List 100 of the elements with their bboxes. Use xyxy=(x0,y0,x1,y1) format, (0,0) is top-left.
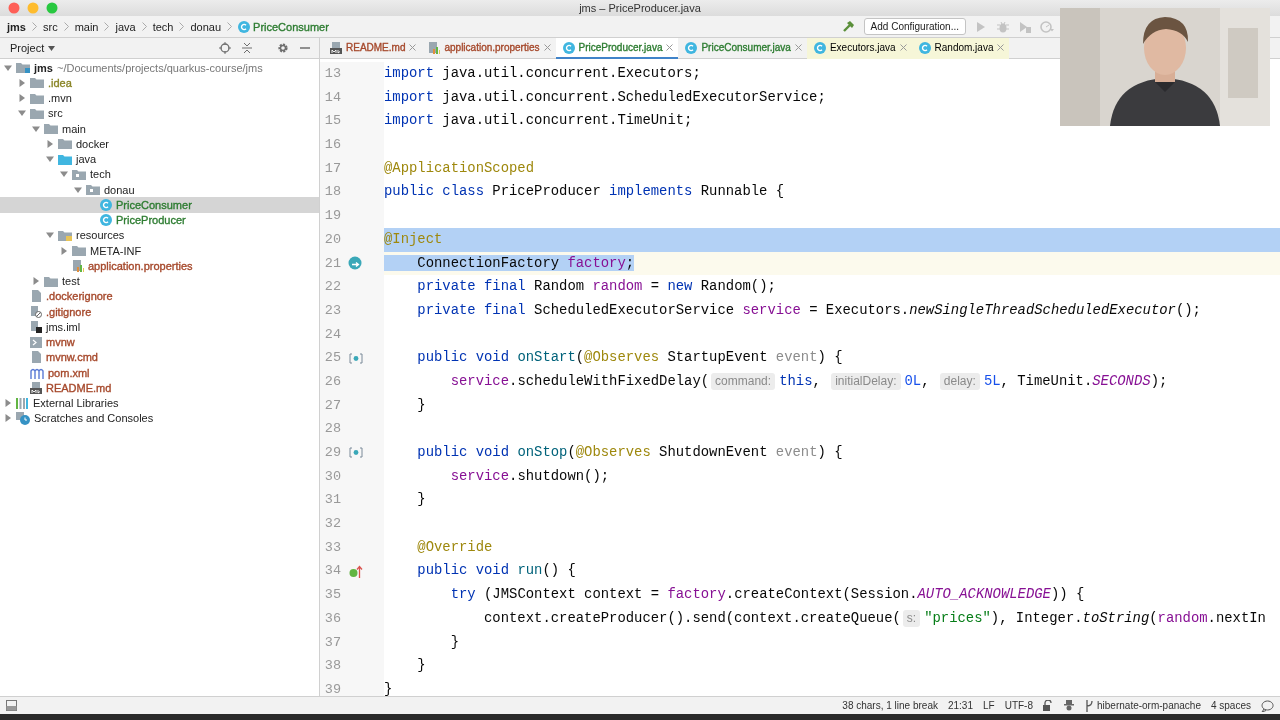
package-icon xyxy=(86,184,100,196)
folder-icon xyxy=(58,153,72,165)
caret-position[interactable]: 21:31 xyxy=(947,700,973,711)
expanded-arrow-icon[interactable] xyxy=(74,185,82,194)
breadcrumb[interactable]: PriceConsumer xyxy=(237,20,330,33)
expanded-arrow-icon[interactable] xyxy=(4,63,12,72)
line-number: 28 xyxy=(323,420,341,439)
breadcrumb[interactable]: tech xyxy=(151,20,175,33)
tree-item[interactable]: application.properties xyxy=(0,258,319,274)
tree-item[interactable]: External Libraries xyxy=(0,395,319,411)
expanded-arrow-icon[interactable] xyxy=(60,170,68,179)
tree-item[interactable]: mvnw.cmd xyxy=(0,349,319,365)
collapsed-arrow-icon[interactable] xyxy=(60,246,68,255)
markdown-file-icon xyxy=(30,381,42,394)
expanded-arrow-icon[interactable] xyxy=(32,124,40,133)
line-number: 25 xyxy=(323,349,341,368)
project-view-dropdown[interactable]: Project xyxy=(8,42,58,54)
collapse-all-icon xyxy=(241,42,253,54)
line-number: 15 xyxy=(323,112,341,131)
branch-icon xyxy=(1085,699,1094,712)
tree-item[interactable]: docker xyxy=(0,136,319,152)
add-configuration-button[interactable]: Add Configuration... xyxy=(863,18,966,35)
folder-icon xyxy=(58,229,72,241)
properties-file-icon xyxy=(428,41,441,54)
tree-item[interactable]: Scratches and Consoles xyxy=(0,410,319,426)
tree-item[interactable]: donau xyxy=(0,182,319,198)
code-line: } xyxy=(416,656,426,676)
folder-icon xyxy=(72,245,86,257)
line-number: 23 xyxy=(323,301,341,320)
code-line: import java.util.concurrent.TimeUnit; xyxy=(384,111,693,131)
chevron-icon xyxy=(31,22,37,31)
collapsed-arrow-icon[interactable] xyxy=(32,277,40,286)
tree-item[interactable]: pom.xml xyxy=(0,365,319,381)
close-icon xyxy=(409,44,417,51)
class-icon xyxy=(238,20,251,33)
editor-tab[interactable]: README.md xyxy=(323,38,422,59)
folder-icon xyxy=(44,123,58,135)
collapsed-arrow-icon[interactable] xyxy=(4,399,12,408)
tree-item[interactable]: src xyxy=(0,105,319,121)
breadcrumb[interactable]: main xyxy=(73,20,100,33)
collapsed-arrow-icon[interactable] xyxy=(4,414,12,423)
tree-item[interactable]: PriceConsumer xyxy=(0,197,319,213)
tree-item[interactable]: META-INF xyxy=(0,243,319,259)
editor-tab[interactable]: Random.java xyxy=(911,38,1010,59)
editor-tab[interactable]: PriceConsumer.java xyxy=(678,38,807,59)
event-observer-icon xyxy=(349,352,363,364)
indent-setting[interactable]: 4 spaces xyxy=(1210,700,1251,711)
expanded-arrow-icon[interactable] xyxy=(46,155,54,164)
code-line: @Override xyxy=(416,537,493,557)
properties-file-icon xyxy=(72,259,84,272)
tree-item[interactable]: README.md xyxy=(0,380,319,396)
breadcrumb[interactable]: src xyxy=(41,20,59,33)
line-number: 16 xyxy=(323,136,341,155)
code-line: @ApplicationScoped xyxy=(384,158,535,178)
class-icon xyxy=(100,214,112,227)
tree-item[interactable]: test xyxy=(0,273,319,289)
collapsed-arrow-icon[interactable] xyxy=(18,78,26,87)
module-file-icon xyxy=(30,320,42,333)
close-icon xyxy=(666,44,674,51)
tree-item[interactable]: jms ~/Documents/projects/quarkus-course/jms xyxy=(0,60,319,76)
code-line: service.shutdown(); xyxy=(449,466,610,486)
editor-tab[interactable]: Executors.java xyxy=(806,38,912,59)
code-line: private final Random random = new Random(); xyxy=(416,277,776,297)
close-icon xyxy=(794,44,802,51)
caret-icon xyxy=(48,45,56,51)
tree-item[interactable]: PriceProducer xyxy=(0,212,319,228)
expanded-arrow-icon[interactable] xyxy=(46,231,54,240)
breadcrumb[interactable]: java xyxy=(114,20,137,33)
notifications-icon xyxy=(1261,699,1274,712)
tree-item[interactable]: .mvn xyxy=(0,90,319,106)
code-line: public void run() { xyxy=(416,561,576,581)
collapsed-arrow-icon[interactable] xyxy=(46,139,54,148)
tree-item[interactable]: .gitignore xyxy=(0,304,319,320)
file-icon xyxy=(30,290,42,303)
collapsed-arrow-icon[interactable] xyxy=(18,94,26,103)
line-separator[interactable]: LF xyxy=(983,700,995,711)
markdown-file-icon xyxy=(330,41,342,54)
folder-icon xyxy=(30,77,44,89)
file-icon xyxy=(30,351,42,364)
tree-item[interactable]: tech xyxy=(0,166,319,182)
line-number: 38 xyxy=(323,657,341,676)
tree-item[interactable]: resources xyxy=(0,227,319,243)
breadcrumb[interactable]: jms xyxy=(6,20,27,33)
line-number: 14 xyxy=(323,88,341,107)
tree-item[interactable]: .dockerignore xyxy=(0,288,319,304)
code-line: import java.util.concurrent.ScheduledExecutorService; xyxy=(384,87,826,107)
tree-item[interactable]: .idea xyxy=(0,75,319,91)
editor-tab[interactable]: application.properties xyxy=(421,38,556,59)
tree-item[interactable]: main xyxy=(0,121,319,137)
file-encoding[interactable]: UTF-8 xyxy=(1004,700,1033,711)
editor-tab[interactable]: PriceProducer.java xyxy=(555,38,679,59)
tree-item[interactable]: jms.iml xyxy=(0,319,319,335)
line-number: 17 xyxy=(323,159,341,178)
git-branch[interactable]: hibernate-orm-panache xyxy=(1097,700,1201,711)
bean-injection-icon xyxy=(348,256,364,271)
tree-item[interactable]: java xyxy=(0,151,319,167)
expanded-arrow-icon[interactable] xyxy=(18,109,26,118)
tree-item[interactable]: mvnw xyxy=(0,334,319,350)
libraries-icon xyxy=(16,397,29,410)
breadcrumb[interactable]: donau xyxy=(189,20,223,33)
